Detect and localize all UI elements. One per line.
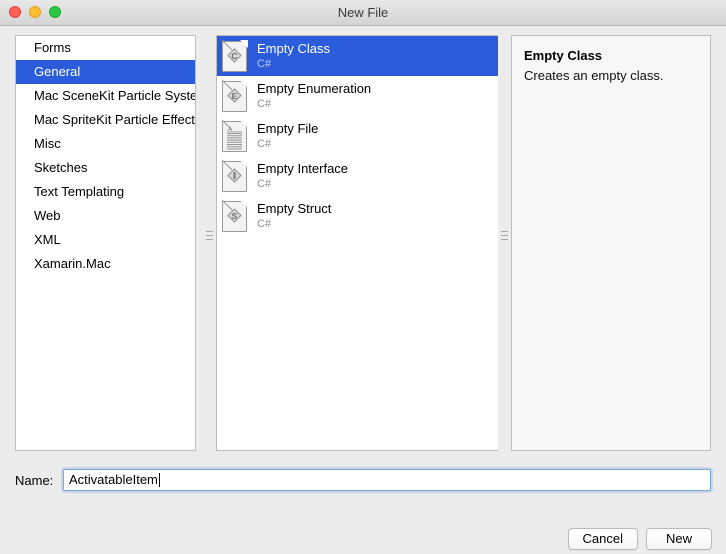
description-text: Creates an empty class. [524,68,664,83]
text-file-icon: A [222,119,248,152]
template-item-title: Empty File [257,121,319,136]
class-file-icon: C [222,39,248,72]
panels-area: Forms General Mac SceneKit Particle System… [0,26,726,454]
template-list[interactable]: C Empty Class C# E Empty Enumeration C# A Empty… [217,36,503,450]
window-title: New File [337,5,389,20]
svg-text:C: C [231,51,237,61]
category-item[interactable]: Xamarin.Mac [16,252,195,276]
new-file-dialog: New File Forms General Mac SceneKit Partic… [0,0,726,554]
category-item-label: Forms [34,40,71,55]
category-item-label: Web [34,208,61,223]
template-item[interactable]: A Empty File C# [217,116,503,156]
category-item-label: Sketches [34,160,88,175]
enum-file-icon: E [222,79,248,112]
splitter-grip-icon [206,231,213,240]
category-item[interactable]: Forms [16,36,195,60]
category-item-label: Xamarin.Mac [34,256,111,271]
template-panel: C Empty Class C# E Empty Enumeration C# A Empty… [216,35,504,451]
category-panel: Forms General Mac SceneKit Particle System… [15,35,196,451]
category-item[interactable]: Web [16,204,195,228]
category-item[interactable]: Mac SceneKit Particle System [16,84,195,108]
new-button[interactable]: New [646,528,712,550]
description-title: Empty Class [524,48,603,63]
dialog-buttons: Cancel New [567,528,712,550]
description-panel: Empty Class Creates an empty class. [511,35,711,451]
template-item-subtitle: C# [257,178,272,190]
category-item[interactable]: Sketches [16,156,195,180]
category-item-label: Text Templating [34,184,125,199]
template-item[interactable]: C Empty Class C# [217,36,503,76]
splitter-right[interactable] [498,35,510,451]
category-item-label: Mac SceneKit Particle System [34,88,195,103]
template-item[interactable]: Empty Interface C# [217,156,503,196]
template-item-title: Empty Enumeration [257,81,372,96]
splitter-grip-icon [501,231,508,240]
template-item-title: Empty Class [257,41,330,56]
template-item-text: Empty Enumeration C# [257,81,371,111]
template-item-text: Empty Interface C# [257,161,348,191]
category-item-label: General [34,64,81,79]
category-item-label: XML [34,232,61,247]
category-item-label: Mac SpriteKit Particle Effects [34,112,195,127]
name-input-value: ActivatableItem [69,472,158,487]
template-item[interactable]: S Empty Struct C# [217,196,503,236]
template-item-subtitle: C# [257,98,272,110]
category-item[interactable]: General [16,60,195,84]
category-item[interactable]: Misc [16,132,195,156]
template-item[interactable]: E Empty Enumeration C# [217,76,503,116]
template-item-subtitle: C# [257,218,272,230]
template-item-text: Empty File C# [257,121,318,151]
template-item-text: Empty Struct C# [257,201,331,231]
window-titlebar: New File [0,0,726,26]
category-item-label: Misc [34,136,61,151]
category-list[interactable]: Forms General Mac SceneKit Particle System… [16,36,195,450]
svg-text:E: E [232,91,238,101]
category-item[interactable]: XML [16,228,195,252]
description-content: Empty Class Creates an empty class. [512,36,710,85]
template-item-title: Empty Struct [257,201,332,216]
dialog-body: Forms General Mac SceneKit Particle System… [0,26,726,554]
name-label: Name: [15,472,54,488]
template-item-title: Empty Interface [257,161,349,176]
name-row: Name: ActivatableItem [0,464,726,496]
splitter-left[interactable] [203,35,215,451]
text-caret [158,473,160,487]
struct-file-icon: S [222,199,248,232]
category-scrollbar[interactable] [187,36,194,450]
category-item[interactable]: Mac SpriteKit Particle Effects [16,108,195,132]
cancel-button[interactable]: Cancel [567,528,638,550]
template-item-text: Empty Class C# [257,41,330,71]
template-item-subtitle: C# [257,58,272,70]
svg-text:S: S [232,211,238,221]
category-item[interactable]: Text Templating [16,180,195,204]
name-input[interactable]: ActivatableItem [63,469,711,491]
interface-file-icon [222,159,248,192]
template-item-subtitle: C# [257,138,272,150]
